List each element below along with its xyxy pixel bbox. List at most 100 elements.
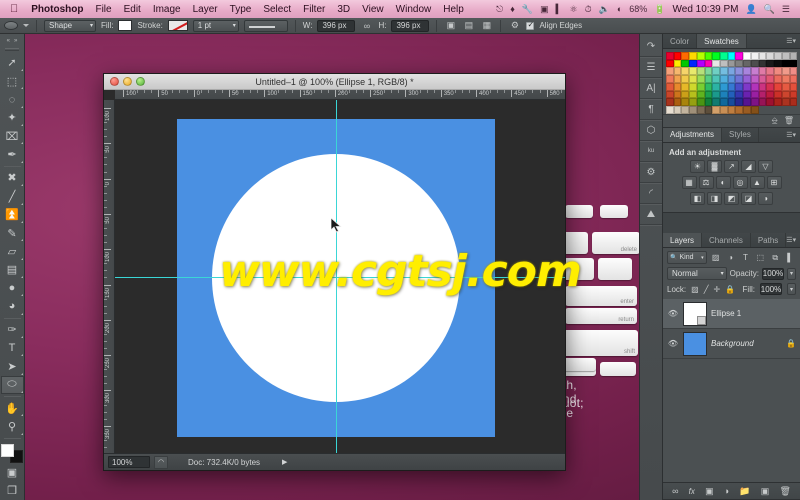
tool-ellipse[interactable]: ⬭ <box>0 375 24 395</box>
lock-image-pixels-icon[interactable]: ╱ <box>704 285 709 294</box>
swatch-5-0[interactable] <box>666 90 674 99</box>
swatch-4-5[interactable] <box>704 82 713 91</box>
swatch-4-2[interactable] <box>681 82 690 91</box>
swatch-3-4[interactable] <box>696 75 705 83</box>
dock-kuler-panel[interactable]: ku <box>640 141 662 162</box>
swatch-0-6[interactable] <box>712 52 721 60</box>
dock-properties-panel[interactable]: ⚙ <box>640 162 662 183</box>
tab-layers[interactable]: Layers <box>663 233 703 247</box>
document-title-bar[interactable]: Untitled–1 @ 100% (Ellipse 1, RGB/8) * <box>104 74 565 90</box>
height-input[interactable]: 396 px <box>391 19 430 32</box>
swatch-1-11[interactable] <box>750 59 759 68</box>
swatch-6-3[interactable] <box>689 98 697 107</box>
swatch-4-1[interactable] <box>673 82 682 91</box>
stroke-width-select[interactable]: 1 pt ▾ <box>192 19 239 32</box>
menu-item-view[interactable]: View <box>356 4 390 15</box>
swatch-5-12[interactable] <box>758 90 767 99</box>
panel-menu-icon[interactable]: ☰▾ <box>786 34 800 48</box>
vertical-ruler[interactable]: 10050050100150200250300350400450 <box>104 100 115 453</box>
swatch-2-4[interactable] <box>696 67 705 76</box>
swatch-7-9[interactable] <box>735 106 744 114</box>
dock-3d-panel[interactable]: ⬡ <box>640 120 662 141</box>
wrench-icon[interactable]: 🔧 <box>522 4 533 15</box>
lock-position-icon[interactable]: ✛ <box>714 285 721 294</box>
tool-path-selection[interactable]: ➤ <box>1 357 24 375</box>
layer-name[interactable]: Ellipse 1 <box>711 309 741 318</box>
layer-mask-icon[interactable]: ▣ <box>705 486 714 497</box>
collapse-icon[interactable]: « <box>7 38 10 44</box>
menubar-clock[interactable]: Wed 10:39 PM <box>673 4 739 15</box>
menu-item-3d[interactable]: 3D <box>331 4 356 15</box>
swatch-1-14[interactable] <box>774 59 782 68</box>
swatch-3-12[interactable] <box>758 75 767 83</box>
tool-marquee[interactable]: ⬚ <box>1 72 24 90</box>
swatch-2-1[interactable] <box>673 67 682 76</box>
path-alignment-icon[interactable]: ▤ <box>462 20 475 32</box>
tool-preset-chevron-down-icon[interactable] <box>23 24 29 27</box>
swatch-1-15[interactable] <box>781 59 790 68</box>
swatch-0-1[interactable] <box>673 52 682 60</box>
menu-item-layer[interactable]: Layer <box>187 4 224 15</box>
swatch-5-7[interactable] <box>720 90 728 99</box>
tool-history-brush[interactable]: ✎ <box>1 224 24 242</box>
menu-item-help[interactable]: Help <box>437 4 470 15</box>
swatch-6-13[interactable] <box>766 98 775 107</box>
swatch-1-10[interactable] <box>743 59 751 68</box>
swatch-4-14[interactable] <box>774 82 782 91</box>
swatch-5-3[interactable] <box>689 90 697 99</box>
foreground-color-swatch[interactable] <box>1 443 14 457</box>
swatch-5-9[interactable] <box>735 90 744 99</box>
swatch-5-14[interactable] <box>774 90 782 99</box>
photo-filter-icon[interactable]: ◎ <box>732 175 748 189</box>
swatch-0-10[interactable] <box>743 52 751 60</box>
swatch-1-13[interactable] <box>766 59 775 68</box>
swatch-4-15[interactable] <box>781 82 790 91</box>
dock-character-panel[interactable]: A| <box>640 78 662 99</box>
color-swatches[interactable] <box>1 443 23 464</box>
swatch-1-9[interactable] <box>735 59 744 68</box>
hue-saturation-icon[interactable]: ▦ <box>681 175 697 189</box>
blend-mode-row[interactable]: Normal ▾ Opacity: 100% ▾ <box>663 267 800 283</box>
swatch-1-1[interactable] <box>673 59 682 68</box>
swatch-6-1[interactable] <box>673 98 682 107</box>
layer-row-ellipse-1[interactable]: 👁 Ellipse 1 <box>663 299 800 329</box>
swatch-1-7[interactable] <box>720 59 728 68</box>
swatch-0-11[interactable] <box>750 52 759 60</box>
threshold-icon[interactable]: ◩ <box>724 191 739 205</box>
tab-paths[interactable]: Paths <box>751 233 787 247</box>
wifi-icon[interactable]: ◐ <box>617 4 622 14</box>
swatch-7-10[interactable] <box>743 106 751 114</box>
swatch-3-3[interactable] <box>689 75 697 83</box>
tool-type[interactable]: T <box>1 339 24 357</box>
tool-brush[interactable]: ╱ <box>1 187 24 205</box>
adjustment-layer-icon[interactable]: ◑ <box>724 486 729 496</box>
swatch-5-16[interactable] <box>789 90 798 99</box>
new-swatch-icon[interactable]: ⎒ <box>772 116 778 126</box>
swatch-2-16[interactable] <box>789 67 798 76</box>
swatch-0-0[interactable] <box>666 52 674 60</box>
toolbar-header[interactable]: « » <box>0 36 24 46</box>
tool-hand[interactable]: ✋ <box>1 399 24 417</box>
swatch-5-4[interactable] <box>696 90 705 99</box>
menu-item-type[interactable]: Type <box>224 4 258 15</box>
document-status-bar[interactable]: 100% ◠ Doc: 732.4K/0 bytes ▶ <box>104 453 565 470</box>
swatch-7-3[interactable] <box>689 106 697 114</box>
swatch-6-12[interactable] <box>758 98 767 107</box>
filter-adjustment-icon[interactable]: ◑ <box>725 251 737 264</box>
swatches-footer[interactable]: ⎒ 🗑 <box>663 113 800 127</box>
brightness-contrast-icon[interactable]: ☀ <box>690 159 705 173</box>
chevron-right-icon[interactable]: ▶ <box>282 458 287 466</box>
tab-color[interactable]: Color <box>663 34 698 48</box>
battery-graph-icon[interactable]: ▍ <box>556 4 563 15</box>
swatch-0-4[interactable] <box>696 52 705 60</box>
horizontal-ruler[interactable]: 100500501001502002503003504004505005506 <box>115 90 565 100</box>
swatch-2-2[interactable] <box>681 67 690 76</box>
fill-stepper[interactable]: ▾ <box>787 283 796 295</box>
swatch-0-7[interactable] <box>720 52 728 60</box>
swatch-3-1[interactable] <box>673 75 682 83</box>
swatch-0-13[interactable] <box>766 52 775 60</box>
lock-all-icon[interactable]: 🔒 <box>725 285 735 294</box>
swatch-2-9[interactable] <box>735 67 744 76</box>
timemachine-icon[interactable]: ⏱ <box>585 4 592 15</box>
dock-timeline-panel[interactable]: ◜ <box>640 183 662 204</box>
